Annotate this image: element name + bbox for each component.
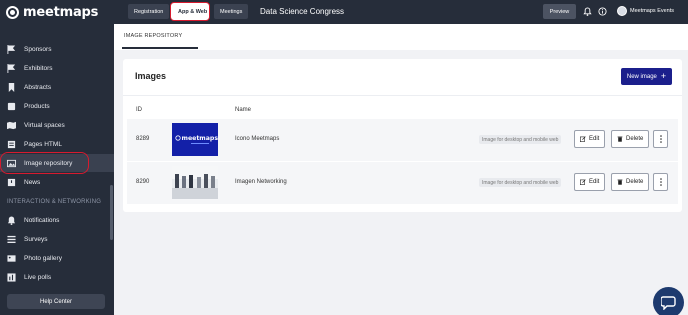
more-vertical-icon (659, 135, 662, 143)
tag-icon (7, 102, 16, 111)
delete-button[interactable]: Delete (611, 130, 650, 148)
divider (123, 95, 682, 96)
event-title: Data Science Congress (260, 7, 345, 16)
row-name: Icono Meetmaps (235, 136, 280, 142)
more-vertical-icon (659, 178, 662, 186)
code-icon (7, 140, 16, 149)
map-icon (7, 121, 16, 130)
table-row: 8290 Imagen Networking Image for desktop… (127, 162, 678, 204)
poll-icon (7, 272, 16, 282)
subtab-bar: IMAGE REPOSITORY (114, 24, 688, 50)
sidebar-item-label: Products (24, 102, 50, 110)
plus-icon: + (660, 71, 667, 81)
flag-icon (7, 63, 16, 73)
sidebar-item-photo-gallery[interactable]: Photo gallery (0, 249, 114, 267)
news-icon (7, 178, 16, 187)
sidebar-item-label: News (24, 178, 41, 186)
chat-icon (660, 295, 676, 310)
more-options-button[interactable] (653, 130, 668, 148)
new-image-button[interactable]: New image + (621, 68, 672, 85)
sidebar-item-pages-html[interactable]: Pages HTML (0, 135, 114, 153)
logo-icon (6, 5, 19, 19)
sidebar: meetmaps Sponsors Exhibitors Abstracts P… (0, 0, 114, 315)
sidebar-item-label: Pages HTML (24, 140, 62, 148)
sidebar-item-label: Sponsors (24, 45, 52, 53)
edit-icon (580, 179, 586, 185)
sidebar-item-news[interactable]: News (0, 173, 114, 191)
card-title: Images (135, 71, 167, 81)
table-row: 8289 meetmaps Icono Meetmaps Image for d… (127, 119, 678, 161)
edit-label: Edit (589, 179, 600, 185)
sidebar-item-exhibitors[interactable]: Exhibitors (0, 59, 114, 77)
chat-launcher-button[interactable] (653, 287, 684, 315)
sidebar-item-label: Notifications (24, 216, 60, 224)
row-id: 8290 (136, 179, 150, 185)
delete-button[interactable]: Delete (611, 173, 650, 191)
edit-button[interactable]: Edit (574, 130, 606, 148)
thumbnail-logo-text: meetmaps (182, 135, 219, 142)
highlight-ring (0, 152, 89, 174)
delete-label: Delete (626, 136, 644, 142)
tab-meetings[interactable]: Meetings (214, 4, 249, 19)
sidebar-scrollbar[interactable] (110, 185, 113, 240)
row-name: Imagen Networking (235, 179, 287, 185)
sidebar-item-label: Abstracts (24, 83, 52, 91)
more-options-button[interactable] (653, 173, 668, 191)
column-header-name: Name (235, 107, 252, 113)
tab-image-repository[interactable]: IMAGE REPOSITORY (124, 33, 182, 39)
help-center-button[interactable]: Help Center (7, 294, 105, 309)
trash-icon (617, 179, 623, 185)
sidebar-item-surveys[interactable]: Surveys (0, 230, 114, 248)
tab-app-web[interactable]: App & Web (172, 4, 213, 19)
sidebar-item-virtual-spaces[interactable]: Virtual spaces (0, 116, 114, 134)
preview-button[interactable]: Preview (543, 4, 576, 19)
active-tab-indicator (122, 47, 198, 49)
sidebar-item-live-polls[interactable]: Live polls (0, 268, 114, 286)
flag-icon (7, 44, 16, 54)
sidebar-item-label: Photo gallery (24, 254, 62, 262)
new-image-label: New image (626, 73, 657, 80)
top-bar: Registration App & Web Meetings Data Sci… (114, 0, 688, 24)
image-thumbnail (172, 166, 218, 199)
edit-button[interactable]: Edit (574, 173, 606, 191)
avatar[interactable] (617, 6, 627, 16)
sidebar-item-label: Surveys (24, 235, 48, 243)
sidebar-item-sponsors[interactable]: Sponsors (0, 40, 114, 58)
bell-icon (7, 215, 16, 225)
edit-label: Edit (589, 136, 600, 142)
sidebar-item-products[interactable]: Products (0, 97, 114, 115)
edit-icon (580, 136, 586, 142)
bell-icon[interactable] (583, 7, 592, 16)
trash-icon (617, 136, 623, 142)
bookmark-icon (7, 82, 16, 92)
logo-text: meetmaps (23, 4, 99, 20)
sidebar-item-label: Exhibitors (24, 64, 53, 72)
sidebar-item-abstracts[interactable]: Abstracts (0, 78, 114, 96)
images-card: Images New image + ID Name 8289 meetmaps… (123, 59, 682, 212)
sidebar-item-label: Live polls (24, 273, 52, 281)
row-id: 8289 (136, 136, 150, 142)
section-label: INTERACTION & NETWORKING (7, 199, 102, 205)
tab-registration[interactable]: Registration (128, 4, 170, 19)
photo-icon (7, 254, 16, 263)
organization-name[interactable]: Meetmaps Events (630, 8, 674, 14)
meetmaps-logo[interactable]: meetmaps (6, 4, 98, 20)
status-badge: Image for desktop and mobile web (479, 135, 562, 144)
sidebar-item-label: Virtual spaces (24, 121, 65, 129)
image-thumbnail: meetmaps (172, 123, 218, 156)
delete-label: Delete (626, 179, 644, 185)
status-badge: Image for desktop and mobile web (479, 178, 562, 187)
info-icon[interactable] (598, 7, 607, 16)
list-icon (7, 235, 16, 244)
sidebar-item-notifications[interactable]: Notifications (0, 211, 114, 229)
column-header-id: ID (136, 107, 142, 113)
